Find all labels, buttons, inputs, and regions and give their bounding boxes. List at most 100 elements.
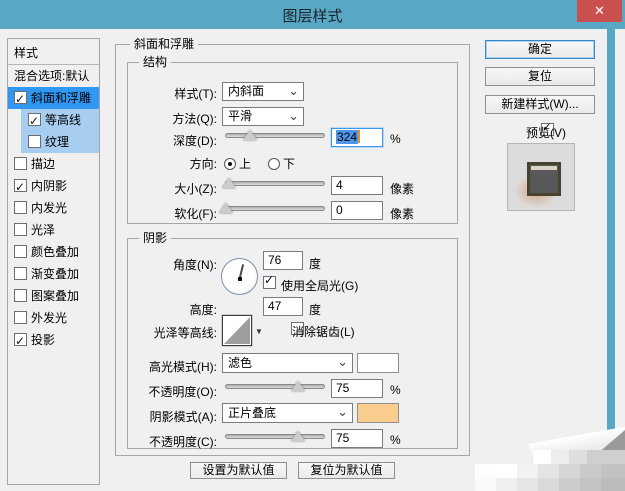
sidebar-item-satin[interactable]: 光泽 — [8, 219, 99, 241]
size-slider-thumb[interactable] — [222, 178, 236, 188]
highlight-opacity-unit: % — [390, 383, 401, 397]
shading-title: 阴影 — [139, 231, 172, 245]
compression-artifact — [475, 420, 625, 491]
shadow-color-swatch[interactable] — [357, 403, 399, 423]
angle-unit: 度 — [309, 257, 322, 271]
sidebar-item-drop-shadow[interactable]: ✓ 投影 — [8, 329, 99, 351]
close-icon: ✕ — [594, 3, 605, 18]
checkbox-unchecked[interactable] — [28, 135, 41, 148]
preview-label: 预览(V) — [526, 126, 566, 140]
gloss-contour-picker[interactable] — [222, 315, 252, 346]
checkbox-unchecked[interactable] — [14, 245, 27, 258]
shadow-mode-dropdown[interactable]: 正片叠底 ⌄ — [222, 403, 353, 423]
shadow-opacity-unit: % — [390, 433, 401, 447]
soften-label: 软化(F): — [174, 207, 217, 221]
sidebar-item-bevel-emboss[interactable]: ✓ 斜面和浮雕 — [8, 87, 99, 109]
anti-alias-label: 消除锯齿(L) — [292, 325, 355, 339]
checkbox-unchecked[interactable] — [14, 201, 27, 214]
checkbox-unchecked[interactable] — [14, 311, 27, 324]
chevron-down-icon: ⌄ — [288, 83, 299, 98]
highlight-opacity-input[interactable]: 75 — [331, 379, 383, 398]
sidebar-item-texture[interactable]: 纹理 — [21, 131, 99, 153]
sidebar-item-color-overlay[interactable]: 颜色叠加 — [8, 241, 99, 263]
soften-slider[interactable] — [225, 206, 325, 211]
sidebar-item-stroke[interactable]: 描边 — [8, 153, 99, 175]
checkbox-checked[interactable]: ✓ — [28, 113, 41, 128]
highlight-opacity-thumb[interactable] — [291, 381, 305, 391]
angle-dial[interactable] — [221, 258, 258, 295]
structure-title: 结构 — [139, 55, 172, 69]
shadow-opacity-slider[interactable] — [225, 434, 325, 439]
angle-center-dot — [238, 277, 242, 281]
checkbox-checked[interactable]: ✓ — [14, 91, 27, 106]
checkbox-checked[interactable]: ✓ — [14, 179, 27, 194]
global-light-checkbox[interactable]: ✓ — [263, 273, 276, 289]
angle-needle — [239, 264, 245, 278]
size-input[interactable]: 4 — [331, 176, 383, 195]
highlight-mode-dropdown[interactable]: 滤色 ⌄ — [222, 353, 353, 373]
radio-unselected-icon — [268, 158, 280, 170]
shadow-opacity-label: 不透明度(C): — [149, 435, 217, 449]
styles-list: 混合选项:默认 ✓ 斜面和浮雕 ✓ 等高线 纹理 描边 ✓ 内阴影 内发光 光泽 颜色… — [8, 65, 99, 351]
shadow-opacity-thumb[interactable] — [291, 431, 305, 441]
contour-thumbnail — [224, 317, 250, 344]
angle-label: 角度(N): — [173, 258, 217, 272]
depth-unit: % — [390, 132, 401, 146]
ok-button[interactable]: 确定 — [485, 40, 595, 59]
sidebar-item-contour[interactable]: ✓ 等高线 — [21, 109, 99, 131]
styles-header: 样式 — [14, 46, 39, 60]
direction-label: 方向: — [189, 157, 217, 171]
altitude-input[interactable]: 47 — [263, 297, 303, 316]
style-label: 样式(T): — [174, 87, 217, 101]
sidebar-item-gradient-overlay[interactable]: 渐变叠加 — [8, 263, 99, 285]
chevron-down-icon: ⌄ — [288, 108, 299, 123]
checkbox-unchecked[interactable] — [14, 157, 27, 170]
soften-input[interactable]: 0 — [331, 201, 383, 220]
soften-slider-thumb[interactable] — [219, 203, 233, 213]
style-dropdown[interactable]: 内斜面 ⌄ — [222, 82, 304, 101]
sidebar-item-outer-glow[interactable]: 外发光 — [8, 307, 99, 329]
angle-input[interactable]: 76 — [263, 251, 303, 270]
style-preview-thumbnail — [507, 143, 575, 211]
depth-label: 深度(D): — [173, 134, 217, 148]
checkbox-unchecked[interactable] — [14, 223, 27, 236]
checkbox-unchecked[interactable] — [14, 289, 27, 302]
sidebar-item-blending-options[interactable]: 混合选项:默认 — [8, 65, 99, 87]
chevron-down-icon: ⌄ — [337, 354, 348, 369]
styles-list-panel: 样式 混合选项:默认 ✓ 斜面和浮雕 ✓ 等高线 纹理 描边 ✓ 内阴影 内发光 光泽… — [7, 38, 100, 485]
depth-input[interactable]: 324 — [331, 128, 383, 147]
sidebar-item-pattern-overlay[interactable]: 图案叠加 — [8, 285, 99, 307]
direction-down-radio[interactable]: 下 — [268, 155, 295, 172]
sidebar-item-inner-shadow[interactable]: ✓ 内阴影 — [8, 175, 99, 197]
highlight-mode-label: 高光模式(H): — [149, 360, 217, 374]
technique-label: 方法(Q): — [172, 112, 217, 126]
window-border-right — [607, 29, 615, 434]
sidebar-item-inner-glow[interactable]: 内发光 — [8, 197, 99, 219]
altitude-unit: 度 — [309, 303, 322, 317]
close-button[interactable]: ✕ — [577, 0, 622, 22]
shadow-mode-label: 阴影模式(A): — [149, 410, 217, 424]
checkbox-checked[interactable]: ✓ — [14, 333, 27, 348]
contour-dropdown-icon[interactable]: ▼ — [255, 327, 263, 336]
checkbox-unchecked[interactable] — [14, 267, 27, 280]
dialog-title: 图层样式 — [282, 8, 343, 25]
global-light-label: 使用全局光(G) — [281, 279, 359, 293]
depth-slider[interactable] — [225, 133, 325, 138]
shadow-opacity-input[interactable]: 75 — [331, 429, 383, 448]
chevron-down-icon: ⌄ — [337, 404, 348, 419]
depth-slider-thumb[interactable] — [243, 130, 257, 140]
highlight-opacity-label: 不透明度(O): — [148, 385, 217, 399]
set-default-button[interactable]: 设置为默认值 — [190, 462, 287, 479]
preview-object — [527, 162, 561, 196]
altitude-label: 高度: — [189, 303, 217, 317]
text-caret — [358, 130, 361, 143]
technique-dropdown[interactable]: 平滑 ⌄ — [222, 107, 304, 126]
highlight-opacity-slider[interactable] — [225, 384, 325, 389]
size-unit: 像素 — [390, 182, 415, 196]
direction-up-radio[interactable]: 上 — [224, 155, 251, 172]
highlight-color-swatch[interactable] — [357, 353, 399, 373]
size-slider[interactable] — [225, 181, 325, 186]
cancel-button[interactable]: 复位 — [485, 67, 595, 86]
reset-default-button[interactable]: 复位为默认值 — [298, 462, 395, 479]
new-style-button[interactable]: 新建样式(W)... — [485, 95, 595, 114]
